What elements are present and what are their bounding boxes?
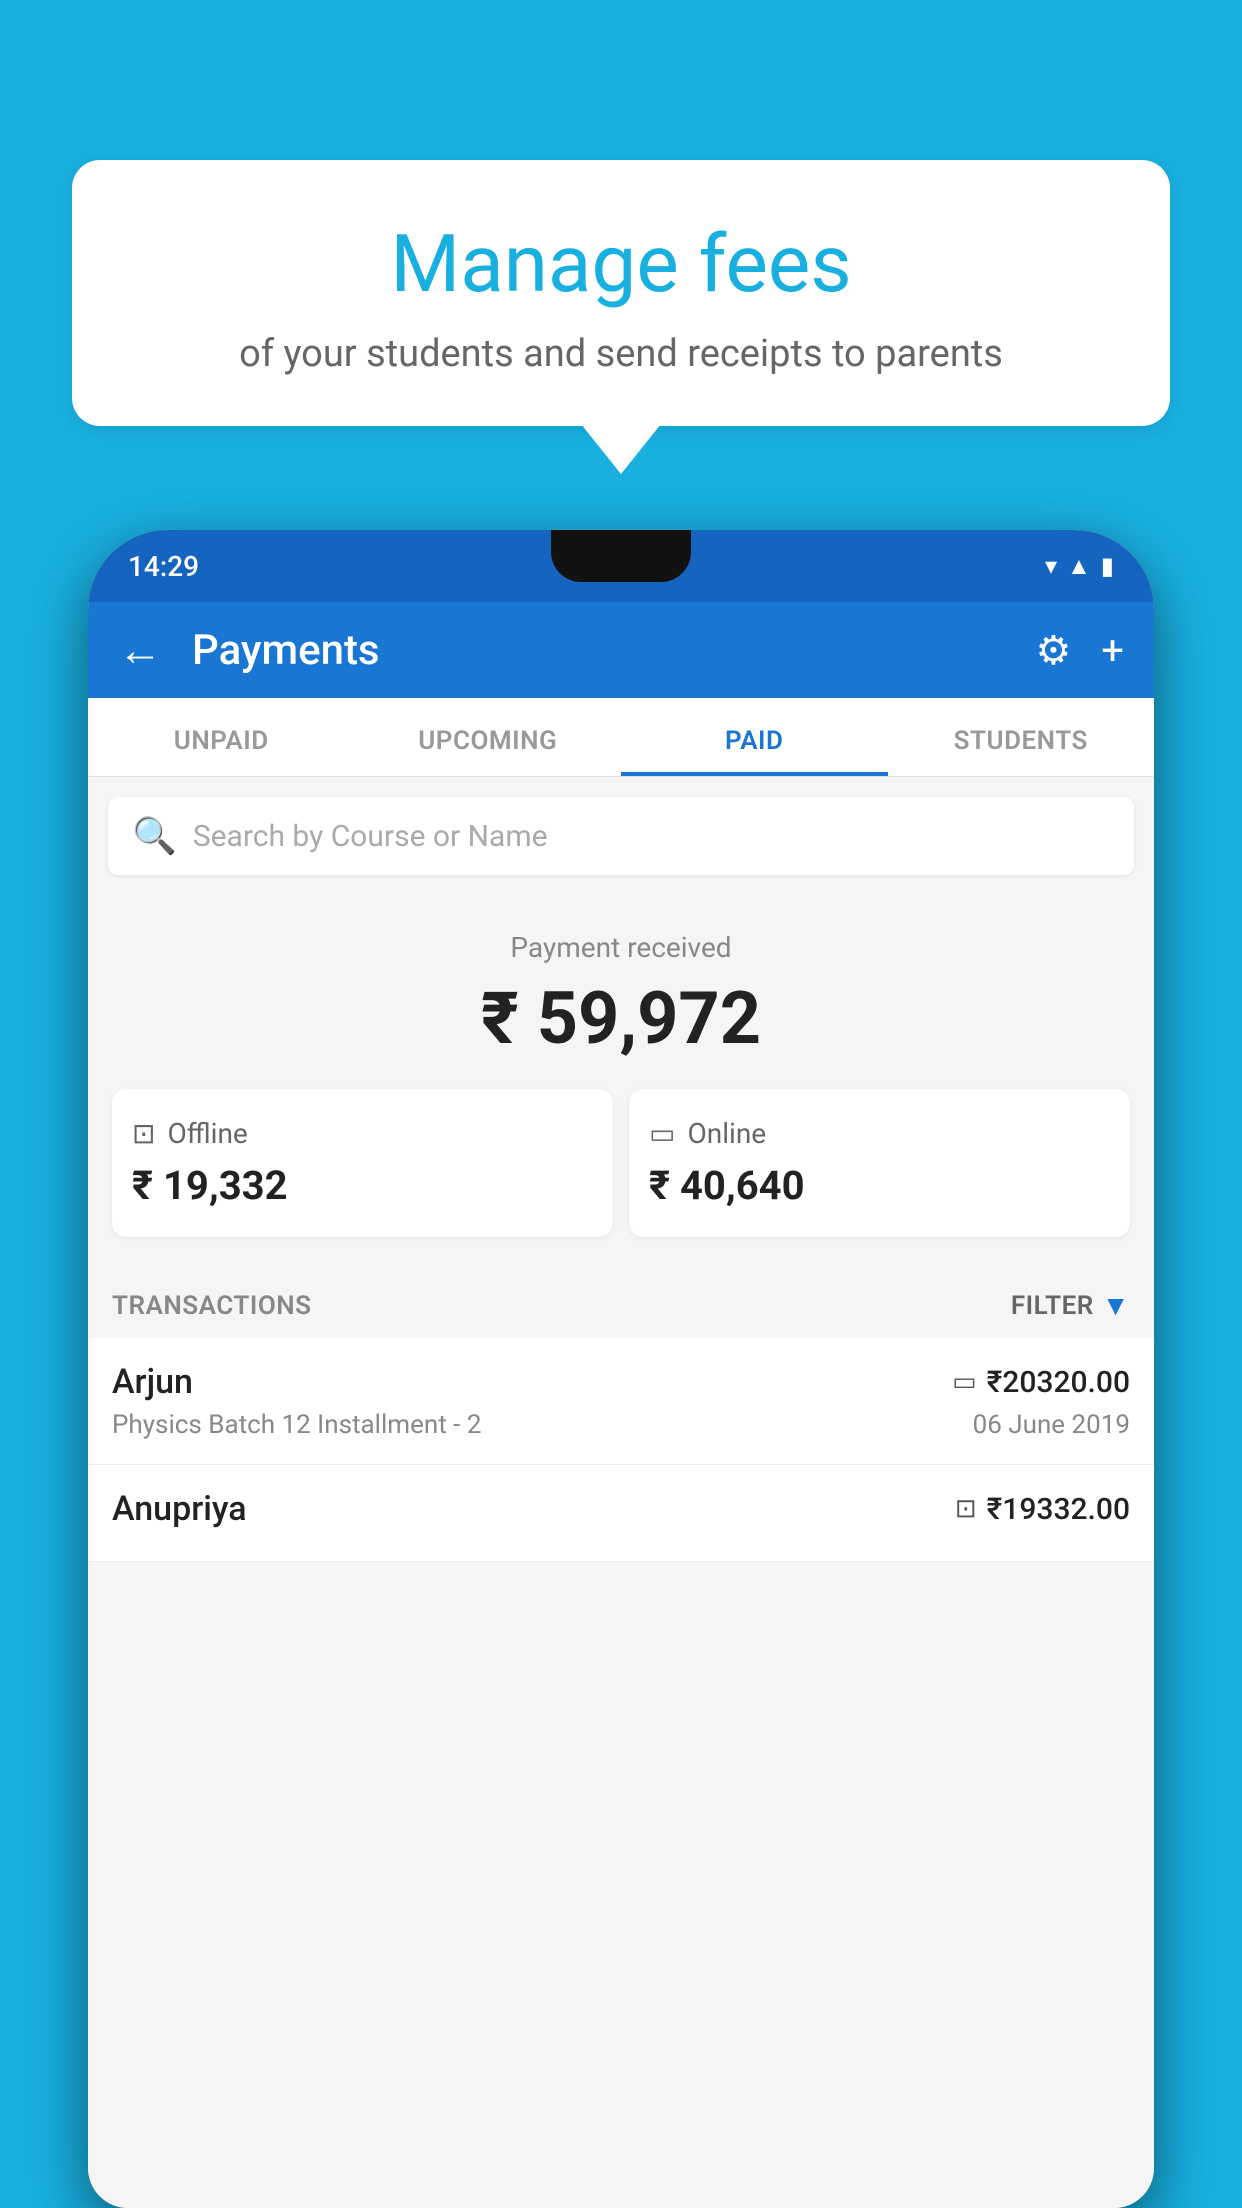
battery-icon: ▮ bbox=[1101, 552, 1114, 580]
online-card-header: ▭ Online bbox=[649, 1117, 1110, 1150]
add-icon[interactable]: + bbox=[1101, 627, 1124, 674]
transaction-amount-wrap: ⊡ ₹19332.00 bbox=[955, 1492, 1130, 1527]
tab-unpaid[interactable]: UNPAID bbox=[88, 698, 355, 776]
payment-summary: Payment received ₹ 59,972 ⊡ Offline ₹ 19… bbox=[88, 895, 1154, 1261]
tab-students[interactable]: STUDENTS bbox=[888, 698, 1155, 776]
transaction-name: Arjun bbox=[112, 1362, 193, 1402]
offline-card: ⊡ Offline ₹ 19,332 bbox=[112, 1089, 613, 1237]
transaction-amount: ₹19332.00 bbox=[987, 1492, 1130, 1527]
tab-upcoming[interactable]: UPCOMING bbox=[355, 698, 622, 776]
content-area: 🔍 Search by Course or Name Payment recei… bbox=[88, 777, 1154, 2208]
search-bar[interactable]: 🔍 Search by Course or Name bbox=[108, 797, 1134, 875]
transaction-bottom: Physics Batch 12 Installment - 2 06 June… bbox=[112, 1410, 1130, 1440]
app-bar: ← Payments ⚙ + bbox=[88, 602, 1154, 698]
tabs-bar: UNPAID UPCOMING PAID STUDENTS bbox=[88, 698, 1154, 777]
online-icon: ▭ bbox=[649, 1117, 675, 1150]
transaction-amount: ₹20320.00 bbox=[987, 1365, 1130, 1400]
payment-cards: ⊡ Offline ₹ 19,332 ▭ Online ₹ 40,640 bbox=[112, 1089, 1130, 1237]
offline-card-header: ⊡ Offline bbox=[132, 1117, 593, 1150]
bubble-subtitle: of your students and send receipts to pa… bbox=[122, 332, 1120, 376]
transaction-amount-wrap: ▭ ₹20320.00 bbox=[952, 1365, 1130, 1400]
offline-icon: ⊡ bbox=[132, 1117, 155, 1150]
back-button[interactable]: ← bbox=[118, 628, 162, 672]
status-time: 14:29 bbox=[128, 550, 199, 583]
phone-screen: 14:29 ▾ ▲ ▮ ← Payments ⚙ + UNPAID UPCOMI… bbox=[88, 530, 1154, 2208]
transaction-top: Anupriya ⊡ ₹19332.00 bbox=[112, 1489, 1130, 1529]
credit-card-icon: ▭ bbox=[952, 1367, 977, 1397]
filter-label: FILTER bbox=[1011, 1291, 1094, 1321]
search-placeholder: Search by Course or Name bbox=[193, 819, 548, 854]
bubble-title: Manage fees bbox=[122, 220, 1120, 308]
filter-button[interactable]: FILTER ▼ bbox=[1011, 1289, 1130, 1322]
transaction-top: Arjun ▭ ₹20320.00 bbox=[112, 1362, 1130, 1402]
app-bar-title: Payments bbox=[192, 626, 1015, 675]
app-bar-actions: ⚙ + bbox=[1035, 627, 1124, 674]
transaction-name: Anupriya bbox=[112, 1489, 247, 1529]
status-bar: 14:29 ▾ ▲ ▮ bbox=[88, 530, 1154, 602]
signal-icon: ▲ bbox=[1067, 552, 1091, 581]
payment-received-label: Payment received bbox=[112, 931, 1130, 964]
offline-amount: ₹ 19,332 bbox=[132, 1162, 593, 1209]
tab-paid[interactable]: PAID bbox=[621, 698, 888, 776]
online-card: ▭ Online ₹ 40,640 bbox=[629, 1089, 1130, 1237]
wifi-icon: ▾ bbox=[1045, 552, 1057, 580]
speech-bubble: Manage fees of your students and send re… bbox=[72, 160, 1170, 426]
transaction-date: 06 June 2019 bbox=[973, 1410, 1130, 1440]
transactions-label: TRANSACTIONS bbox=[112, 1291, 312, 1321]
transactions-header: TRANSACTIONS FILTER ▼ bbox=[88, 1261, 1154, 1338]
table-row[interactable]: Anupriya ⊡ ₹19332.00 bbox=[88, 1465, 1154, 1562]
notch bbox=[551, 530, 691, 582]
settings-icon[interactable]: ⚙ bbox=[1035, 627, 1071, 674]
status-icons: ▾ ▲ ▮ bbox=[1045, 552, 1114, 581]
search-icon: 🔍 bbox=[132, 815, 177, 857]
screen-body: 🔍 Search by Course or Name Payment recei… bbox=[88, 777, 1154, 2208]
online-label: Online bbox=[687, 1117, 766, 1150]
payment-total-amount: ₹ 59,972 bbox=[112, 976, 1130, 1061]
table-row[interactable]: Arjun ▭ ₹20320.00 Physics Batch 12 Insta… bbox=[88, 1338, 1154, 1465]
online-amount: ₹ 40,640 bbox=[649, 1162, 1110, 1209]
offline-label: Offline bbox=[167, 1117, 247, 1150]
filter-icon: ▼ bbox=[1102, 1289, 1130, 1322]
phone-frame: 14:29 ▾ ▲ ▮ ← Payments ⚙ + UNPAID UPCOMI… bbox=[88, 530, 1154, 2208]
transaction-course: Physics Batch 12 Installment - 2 bbox=[112, 1410, 481, 1440]
cash-icon: ⊡ bbox=[955, 1494, 977, 1524]
